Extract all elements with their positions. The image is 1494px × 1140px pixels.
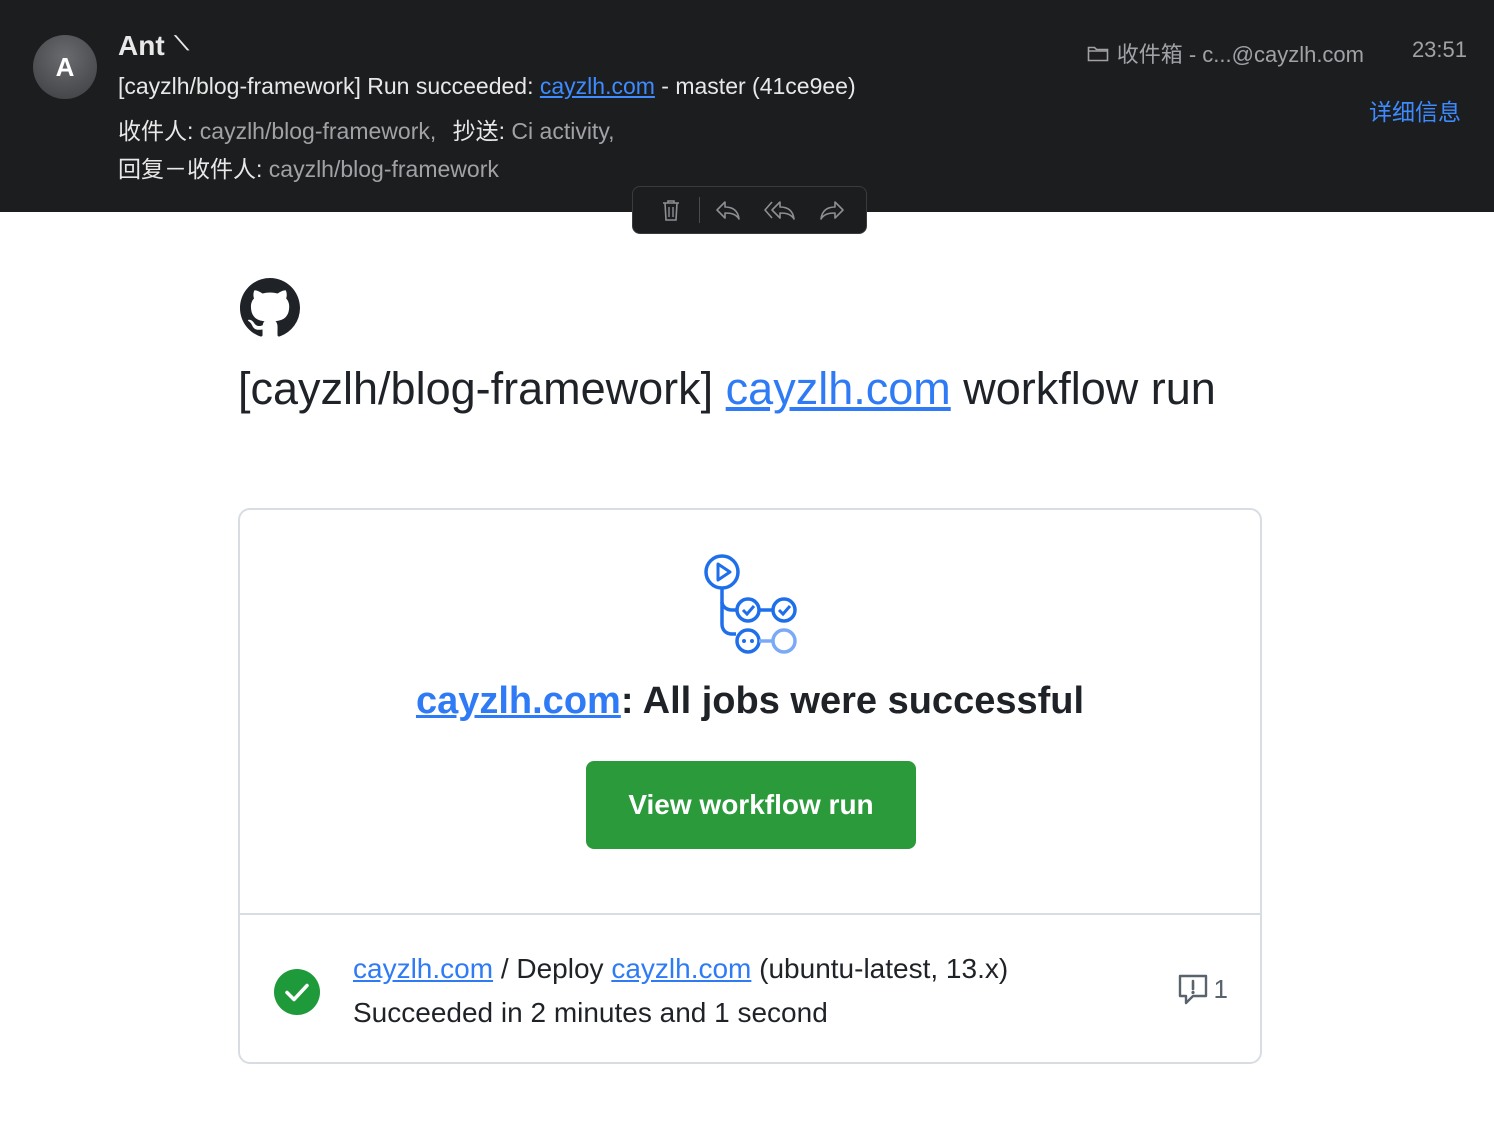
card-summary: cayzlh.com: All jobs were successful Vie… — [240, 510, 1260, 914]
email-title: [cayzlh/blog-framework] cayzlh.com workf… — [238, 358, 1218, 420]
reply-icon — [716, 201, 740, 220]
cc-label: 抄送: — [452, 118, 506, 144]
email-header: A Ant ⟍ [cayzlh/blog-framework] Run succ… — [0, 0, 1494, 212]
received-time: 23:51 — [1411, 37, 1467, 62]
job-link[interactable]: cayzlh.com — [611, 953, 751, 984]
mailbox-label: 收件箱 - c...@cayzlh.com — [1116, 42, 1364, 67]
title-suffix: workflow run — [950, 363, 1216, 414]
to-value[interactable]: cayzlh/blog-framework, — [200, 118, 436, 144]
subject-link[interactable]: cayzlh.com — [540, 73, 655, 99]
workflow-card: cayzlh.com: All jobs were successful Vie… — [238, 508, 1262, 1064]
to-label: 收件人: — [118, 118, 194, 144]
delete-button[interactable] — [645, 192, 697, 228]
view-workflow-run-button[interactable]: View workflow run — [586, 761, 916, 849]
chevron-icon: ⟍ — [174, 32, 189, 55]
job-row: cayzlh.com / Deploy cayzlh.com (ubuntu-l… — [240, 915, 1260, 1062]
reply-label: 回复－收件人: — [118, 156, 263, 182]
status-repo-link[interactable]: cayzlh.com — [416, 680, 621, 722]
title-prefix: [cayzlh/blog-framework] — [238, 363, 726, 414]
folder-icon — [1087, 46, 1109, 62]
avatar: A — [33, 35, 97, 99]
forward-icon — [820, 201, 844, 220]
title-repo-link[interactable]: cayzlh.com — [726, 363, 951, 414]
subject-prefix: [cayzlh/blog-framework] Run succeeded: — [118, 73, 540, 99]
status-heading: cayzlh.com: All jobs were successful — [240, 680, 1260, 723]
job-separator: / Deploy — [493, 953, 612, 984]
job-duration: Succeeded in 2 minutes and 1 second — [353, 997, 828, 1028]
reply-button[interactable] — [702, 192, 754, 228]
sender-name[interactable]: Ant ⟍ — [118, 30, 189, 62]
job-suffix: (ubuntu-latest, 13.x) — [751, 953, 1009, 984]
comment-alert-icon — [1178, 974, 1207, 1005]
forward-button[interactable] — [806, 192, 858, 228]
sender-label: Ant — [118, 30, 165, 61]
recipients-line: 收件人: cayzlh/blog-framework, 抄送: Ci activ… — [118, 112, 615, 146]
job-title: cayzlh.com / Deploy cayzlh.com (ubuntu-l… — [353, 953, 1008, 985]
reply-all-icon — [764, 201, 795, 220]
workflow-icon — [704, 554, 797, 654]
annotation-count: 1 — [1213, 973, 1228, 1004]
details-link[interactable]: 详细信息 — [1369, 93, 1461, 127]
workflow-link[interactable]: cayzlh.com — [353, 953, 493, 984]
email-subject: [cayzlh/blog-framework] Run succeeded: c… — [118, 73, 856, 100]
cc-value[interactable]: Ci activity, — [511, 118, 614, 144]
success-check-icon — [274, 969, 320, 1015]
message-toolbar — [632, 186, 867, 234]
mailbox-indicator: 收件箱 - c...@cayzlh.com — [1087, 37, 1364, 69]
reply-all-button[interactable] — [754, 192, 806, 228]
reply-to-line: 回复－收件人: cayzlh/blog-framework — [118, 150, 499, 184]
reply-value[interactable]: cayzlh/blog-framework — [269, 156, 499, 182]
annotations-badge[interactable]: 1 — [1176, 972, 1228, 1006]
status-text: : All jobs were successful — [620, 680, 1085, 722]
github-logo-icon — [240, 278, 300, 337]
trash-icon — [663, 200, 679, 221]
subject-suffix: - master (41ce9ee) — [654, 73, 856, 99]
toolbar-divider — [699, 197, 700, 223]
